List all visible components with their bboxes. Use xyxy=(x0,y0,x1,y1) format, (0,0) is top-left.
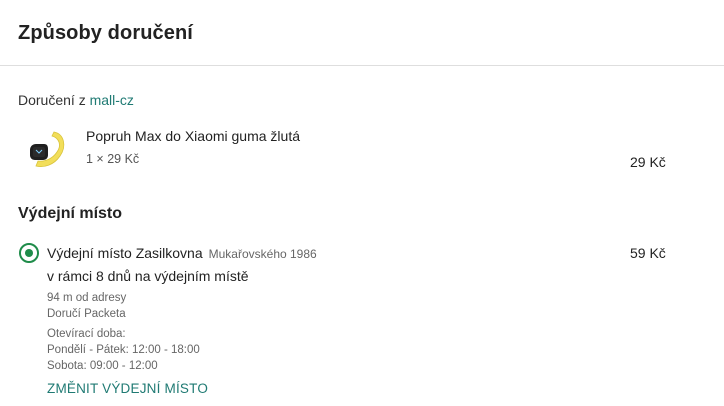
seller-prefix: Doručení z xyxy=(18,92,86,108)
pickup-section-title: Výdejní místo xyxy=(18,205,123,222)
pickup-address: Mukařovského 1986 xyxy=(208,247,317,261)
pickup-price: 59 Kč xyxy=(630,245,666,261)
change-pickup-link[interactable]: ZMĚNIT VÝDEJNÍ MÍSTO xyxy=(47,381,208,396)
opening-hours-weekday: Pondělí - Pátek: 12:00 - 18:00 xyxy=(47,344,200,356)
radio-selected-dot xyxy=(25,249,33,257)
pickup-option-name[interactable]: Výdejní místo Zasilkovna Mukařovského 198… xyxy=(47,245,317,261)
opening-hours-saturday: Sobota: 09:00 - 12:00 xyxy=(47,360,158,372)
product-quantity: 1 × 29 Kč xyxy=(86,152,140,166)
product-image[interactable] xyxy=(24,128,68,172)
pickup-carrier: Doručí Packeta xyxy=(47,308,126,320)
pickup-radio[interactable] xyxy=(19,243,39,263)
product-name[interactable]: Popruh Max do Xiaomi guma žlutá xyxy=(86,128,300,144)
page-title: Způsoby doručení xyxy=(18,22,193,44)
pickup-option-label: Výdejní místo Zasilkovna xyxy=(47,245,203,261)
pickup-eta: v rámci 8 dnů na výdejním místě xyxy=(47,268,249,284)
header: Způsoby doručení xyxy=(0,0,724,66)
product-total-price: 29 Kč xyxy=(630,154,666,170)
watch-strap-icon xyxy=(30,131,65,167)
seller-line: Doručení z mall-cz xyxy=(18,92,134,108)
opening-hours-label: Otevírací doba: xyxy=(47,328,126,340)
seller-link[interactable]: mall-cz xyxy=(90,92,134,108)
pickup-distance: 94 m od adresy xyxy=(47,292,127,304)
